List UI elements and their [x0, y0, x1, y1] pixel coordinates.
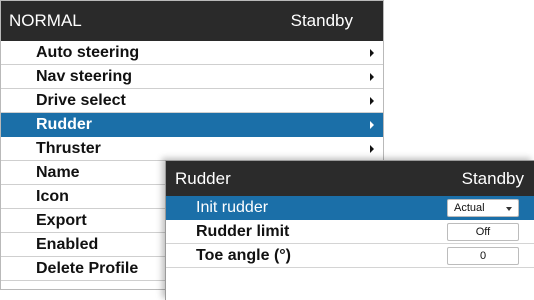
menu-item-label: Thruster	[36, 139, 101, 157]
menu-item-drive-select[interactable]: Drive select	[1, 89, 383, 113]
menu-status: Standby	[290, 11, 353, 30]
submenu-arrow-icon	[370, 120, 374, 129]
menu-item-label: Enabled	[36, 235, 99, 253]
menu-item-label: Name	[36, 163, 80, 181]
toe-angle-label: Toe angle (°)	[196, 246, 291, 264]
menu-title: NORMAL	[9, 11, 82, 30]
rudder-dialog-status: Standby	[461, 168, 524, 188]
toe-angle-field[interactable]: 0	[447, 246, 519, 265]
rudder-dialog-title: Rudder	[175, 168, 231, 188]
init-rudder-row[interactable]: Init rudder Actual	[166, 196, 534, 220]
menu-item-label: Auto steering	[36, 43, 140, 61]
toe-angle-value: 0	[479, 249, 487, 262]
menu-item-label: Rudder	[36, 115, 92, 133]
submenu-arrow-icon	[370, 144, 374, 153]
toe-angle-row[interactable]: Toe angle (°) 0	[166, 244, 534, 268]
rudder-dialog-header: Rudder Standby	[166, 161, 534, 196]
rudder-dialog: Rudder Standby Init rudder Actual Rudder…	[165, 160, 534, 300]
submenu-arrow-icon	[370, 96, 374, 105]
menu-item-nav-steering[interactable]: Nav steering	[1, 65, 383, 89]
menu-item-auto-steering[interactable]: Auto steering	[1, 41, 383, 65]
init-rudder-label: Init rudder	[196, 198, 269, 216]
init-rudder-value: Actual	[454, 201, 485, 214]
menu-item-label: Icon	[36, 187, 69, 205]
rudder-limit-row[interactable]: Rudder limit Off	[166, 220, 534, 244]
submenu-arrow-icon	[370, 72, 374, 81]
menu-item-rudder[interactable]: Rudder	[1, 113, 383, 137]
menu-item-label: Drive select	[36, 91, 126, 109]
menu-item-label: Delete Profile	[36, 259, 139, 277]
chevron-down-icon	[506, 206, 512, 211]
menu-item-thruster[interactable]: Thruster	[1, 137, 383, 161]
rudder-limit-label: Rudder limit	[196, 222, 290, 240]
submenu-arrow-icon	[370, 48, 374, 57]
rudder-limit-value: Off	[475, 225, 491, 238]
menu-item-label: Nav steering	[36, 67, 133, 85]
rudder-limit-field[interactable]: Off	[447, 222, 519, 241]
init-rudder-dropdown[interactable]: Actual	[447, 198, 519, 217]
menu-header: NORMAL Standby	[1, 1, 383, 41]
menu-item-label: Export	[36, 211, 87, 229]
